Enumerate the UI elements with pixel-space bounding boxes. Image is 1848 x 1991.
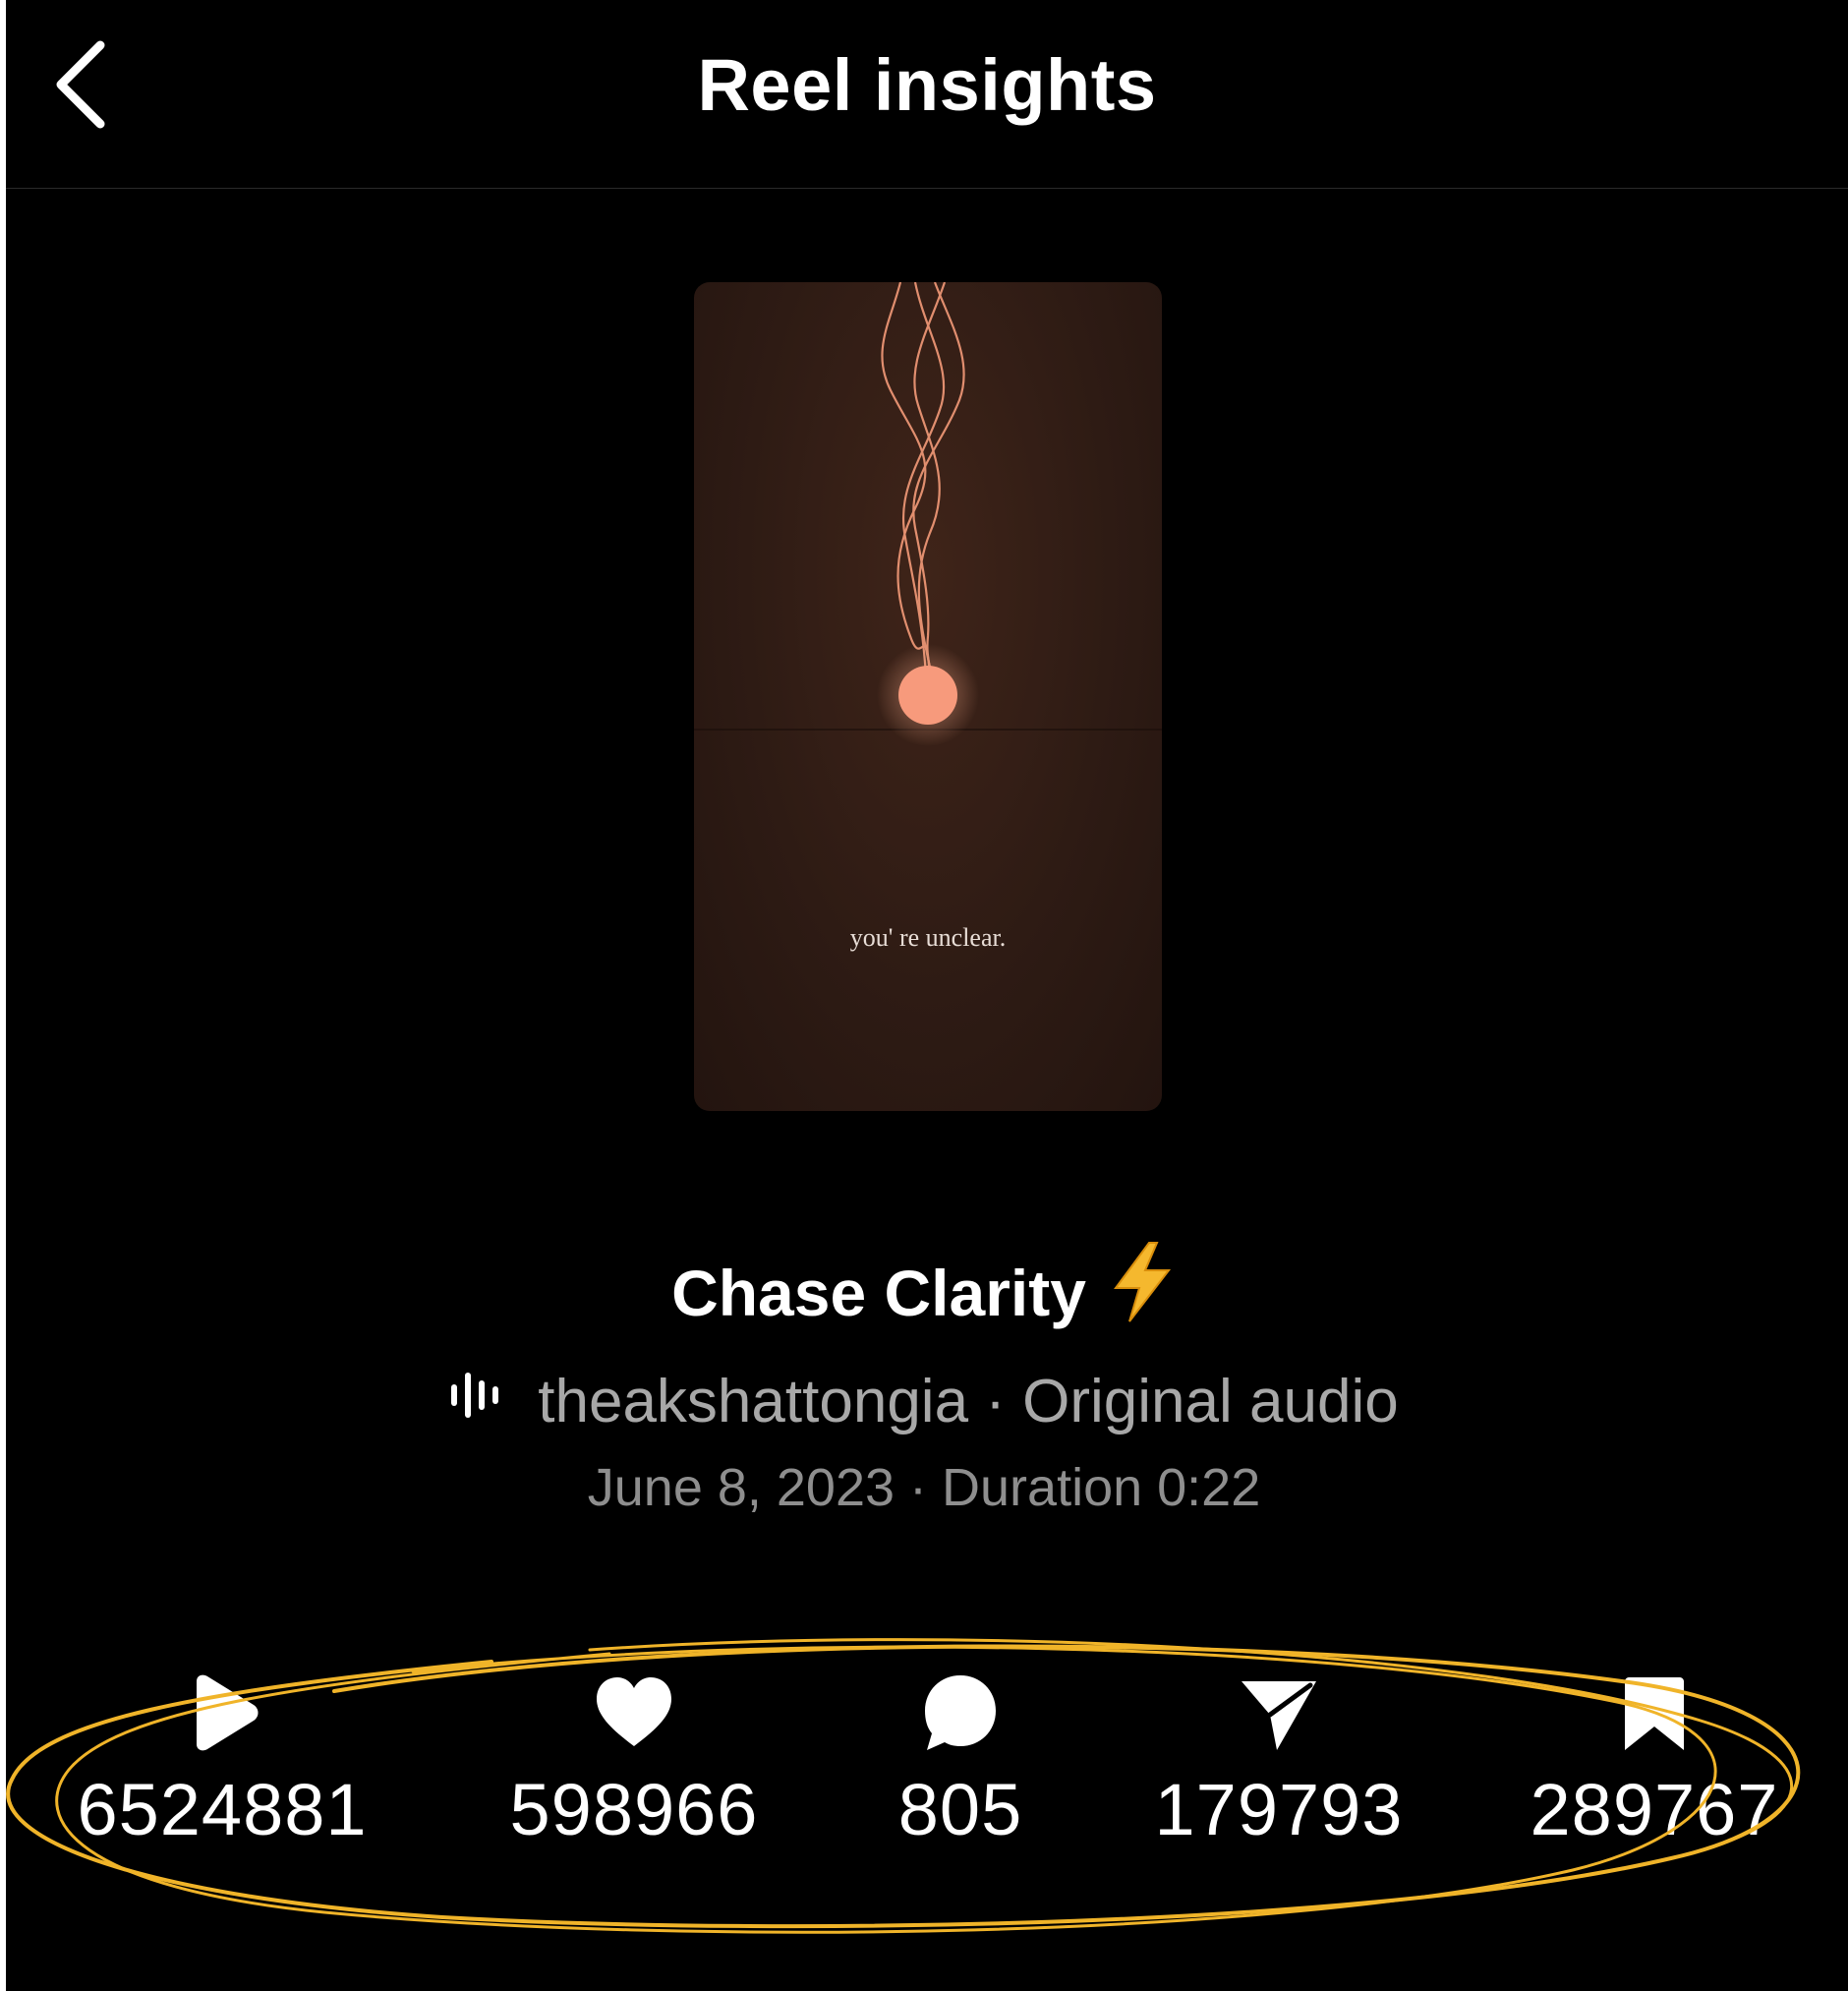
page-title: Reel insights xyxy=(697,44,1157,126)
audio-row[interactable]: theakshattongia · Original audio xyxy=(0,1363,1848,1436)
audio-text: theakshattongia · Original audio xyxy=(538,1368,1399,1435)
plays-count: 6524881 xyxy=(77,1769,368,1850)
play-icon xyxy=(197,1674,259,1751)
shares-count: 179793 xyxy=(1154,1769,1404,1850)
reel-title-row: Chase Clarity xyxy=(0,1241,1848,1338)
bookmark-icon xyxy=(1625,1677,1684,1750)
header: Reel insights xyxy=(6,0,1848,189)
high-voltage-icon xyxy=(1108,1241,1177,1338)
comments-count: 805 xyxy=(897,1769,1023,1850)
stat-comments: 805 xyxy=(783,1671,1137,1851)
date-duration: June 8, 2023 · Duration 0:22 xyxy=(587,1458,1261,1517)
likes-count: 598966 xyxy=(509,1769,759,1850)
reel-thumbnail[interactable]: you' re unclear. xyxy=(694,282,1162,1111)
stat-likes: 598966 xyxy=(457,1671,811,1851)
audio-wave-icon xyxy=(449,1363,510,1433)
reel-artwork xyxy=(694,282,1162,746)
stat-shares: 179793 xyxy=(1102,1671,1456,1851)
comment-icon xyxy=(925,1675,996,1750)
reel-title: Chase Clarity xyxy=(671,1257,1086,1329)
share-icon xyxy=(1242,1681,1316,1750)
stat-plays: 6524881 xyxy=(45,1671,399,1851)
thumbnail-caption: you' re unclear. xyxy=(849,923,1007,952)
heart-icon xyxy=(597,1677,671,1746)
window-edge xyxy=(0,0,6,1991)
stat-saves: 289767 xyxy=(1477,1671,1831,1851)
saves-count: 289767 xyxy=(1530,1769,1779,1850)
